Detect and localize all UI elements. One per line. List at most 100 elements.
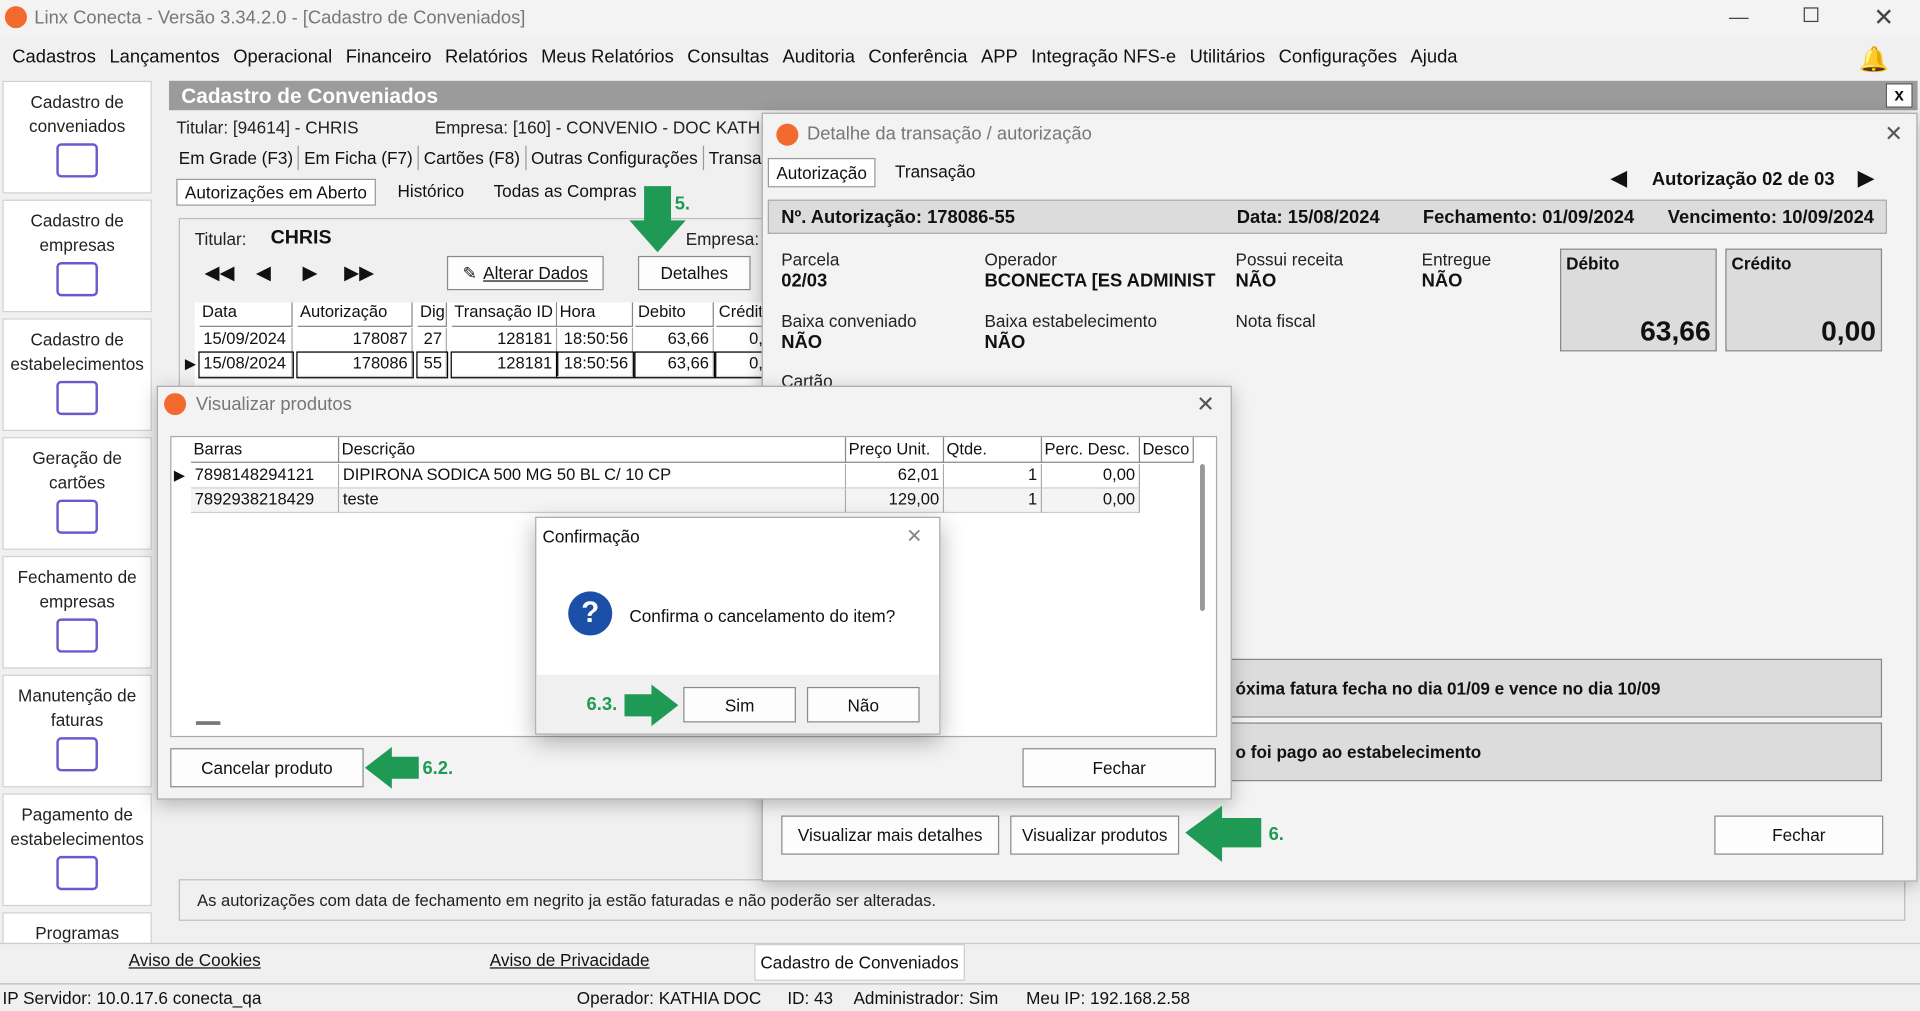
next-auth-icon[interactable]: ▶: [1858, 165, 1875, 191]
nao-button[interactable]: Não: [806, 686, 920, 723]
sidebar-item-4[interactable]: Fechamento de empresas: [2, 555, 152, 669]
product-cell[interactable]: teste: [339, 488, 847, 514]
sidebar-item-3[interactable]: Geração de cartões: [2, 437, 152, 550]
tab-sub-0[interactable]: Autorizações em Aberto: [176, 178, 376, 206]
sidebar-item-0[interactable]: Cadastro de conveniados: [2, 80, 152, 194]
table-cell[interactable]: 178086: [296, 351, 414, 379]
products-header[interactable]: Descrição: [339, 437, 847, 463]
visualizar-produtos-button[interactable]: Visualizar produtos: [1010, 815, 1180, 855]
detalhes-button[interactable]: Detalhes: [637, 255, 751, 291]
tab-sub-1[interactable]: Histórico: [390, 179, 471, 206]
prev-record-icon[interactable]: ◀: [256, 261, 271, 285]
table-cell[interactable]: 18:50:56: [557, 328, 634, 353]
grid-header[interactable]: Dig: [417, 302, 447, 327]
grid-header[interactable]: Autorização: [297, 302, 413, 327]
horizontal-scrollbar[interactable]: [195, 721, 221, 725]
menu-item-13[interactable]: Ajuda: [1411, 47, 1458, 68]
authorizations-grid[interactable]: Data Autorização Dig Transação ID Hora Debito…: [185, 302, 769, 389]
product-cell[interactable]: 129,00: [846, 488, 945, 514]
tab-detail-0[interactable]: Autorização: [767, 157, 876, 188]
product-cell[interactable]: 7892938218429: [191, 488, 340, 514]
menu-item-2[interactable]: Operacional: [233, 47, 332, 68]
menu-item-1[interactable]: Lançamentos: [109, 47, 219, 68]
table-cell[interactable]: 128181: [450, 351, 559, 379]
products-header[interactable]: Barras: [191, 437, 340, 463]
table-cell[interactable]: 15/09/2024: [199, 328, 293, 353]
grid-header[interactable]: Hora: [557, 302, 634, 327]
restore-icon[interactable]: [1803, 7, 1819, 23]
product-cell[interactable]: 1: [944, 464, 1043, 489]
table-cell[interactable]: 27: [417, 328, 447, 353]
table-cell[interactable]: 0,: [715, 351, 769, 379]
minimize-icon[interactable]: —: [1729, 7, 1749, 29]
table-cell[interactable]: 18:50:56: [555, 351, 635, 379]
table-cell[interactable]: 178087: [297, 328, 413, 353]
table-cell[interactable]: 63,66: [635, 328, 714, 353]
sidebar-item-1[interactable]: Cadastro de empresas: [2, 199, 152, 313]
products-header[interactable]: Perc. Desc.: [1042, 437, 1141, 463]
menu-item-11[interactable]: Utilitários: [1190, 47, 1266, 68]
product-cell[interactable]: 0,00: [1042, 464, 1141, 489]
grid-header[interactable]: Debito: [635, 302, 714, 327]
privacy-link[interactable]: Aviso de Privacidade: [490, 950, 650, 970]
table-cell[interactable]: 63,66: [634, 351, 716, 379]
products-header[interactable]: Desco: [1140, 437, 1194, 463]
menu-item-0[interactable]: Cadastros: [12, 47, 96, 68]
products-close-icon[interactable]: ✕: [1196, 392, 1214, 418]
detail-close-icon[interactable]: ✕: [1885, 121, 1903, 147]
detail-fechar-button[interactable]: Fechar: [1714, 815, 1884, 855]
menu-item-7[interactable]: Auditoria: [782, 47, 854, 68]
tab-detail-1[interactable]: Transação: [888, 158, 983, 187]
table-cell[interactable]: 0,: [716, 328, 768, 353]
product-cell[interactable]: DIPIRONA SODICA 500 MG 50 BL C/ 10 CP: [339, 464, 847, 489]
confirm-close-icon[interactable]: ✕: [906, 524, 922, 548]
products-fechar-button[interactable]: Fechar: [1022, 748, 1216, 788]
payment-icon: [56, 855, 98, 891]
first-record-icon[interactable]: ◀◀: [204, 261, 234, 285]
visualizar-mais-detalhes-button[interactable]: Visualizar mais detalhes: [781, 815, 1000, 855]
alterar-dados-button[interactable]: ✎ Alterar Dados: [446, 255, 604, 291]
product-cell[interactable]: 7898148294121: [191, 464, 340, 489]
next-record-icon[interactable]: ▶: [302, 261, 317, 285]
cancelar-produto-button[interactable]: Cancelar produto: [170, 748, 364, 788]
tab-cadastro-conveniados[interactable]: Cadastro de Conveniados: [754, 944, 965, 981]
menu-item-5[interactable]: Meus Relatórios: [541, 47, 674, 68]
menu-item-12[interactable]: Configurações: [1279, 47, 1397, 68]
products-header[interactable]: Qtde.: [944, 437, 1043, 463]
product-cell[interactable]: 62,01: [846, 464, 945, 489]
products-header[interactable]: Preço Unit.: [846, 437, 945, 463]
close-window-icon[interactable]: ✕: [1873, 2, 1894, 33]
menu-item-6[interactable]: Consultas: [687, 47, 769, 68]
tab-main-1[interactable]: Em Ficha (F7): [299, 145, 419, 171]
menu-item-8[interactable]: Conferência: [868, 47, 967, 68]
table-cell[interactable]: 128181: [451, 328, 558, 353]
bell-icon[interactable]: 🔔: [1859, 44, 1889, 75]
sidebar-item-5[interactable]: Manutenção de faturas: [2, 674, 152, 788]
tab-main-3[interactable]: Outras Configurações: [526, 145, 704, 171]
tab-sub-2[interactable]: Todas as Compras: [486, 179, 644, 206]
table-cell[interactable]: 55: [416, 351, 449, 379]
tab-main-2[interactable]: Cartões (F8): [419, 145, 527, 171]
grid-header[interactable]: Transação ID: [451, 302, 558, 327]
product-cell[interactable]: 1: [944, 488, 1043, 514]
grid-header[interactable]: Data: [199, 302, 293, 327]
sidebar-item-6[interactable]: Pagamento de estabelecimentos: [2, 793, 152, 907]
menu-item-10[interactable]: Integração NFS-e: [1031, 47, 1176, 68]
auth-due-date: Vencimento: 10/09/2024: [1667, 206, 1875, 228]
menu-item-3[interactable]: Financeiro: [346, 47, 432, 68]
tab-main-0[interactable]: Em Grade (F3): [174, 145, 300, 171]
menu-item-9[interactable]: APP: [981, 47, 1018, 68]
last-record-icon[interactable]: ▶▶: [344, 261, 374, 285]
product-cell[interactable]: 0,00: [1042, 488, 1141, 514]
debito-value: 63,66: [1640, 314, 1711, 347]
cookies-link[interactable]: Aviso de Cookies: [129, 950, 261, 970]
grid-header[interactable]: Crédit: [716, 302, 768, 327]
menu-item-4[interactable]: Relatórios: [445, 47, 528, 68]
sim-button[interactable]: Sim: [683, 686, 796, 723]
detail-title: Detalhe da transação / autorização: [806, 123, 1092, 145]
table-cell[interactable]: 15/08/2024: [198, 351, 294, 379]
sidebar-item-2[interactable]: Cadastro de estabelecimentos: [2, 318, 152, 432]
prev-auth-icon[interactable]: ◀: [1610, 165, 1627, 191]
vertical-scrollbar[interactable]: [1200, 464, 1205, 612]
main-close-button[interactable]: x: [1885, 83, 1913, 108]
